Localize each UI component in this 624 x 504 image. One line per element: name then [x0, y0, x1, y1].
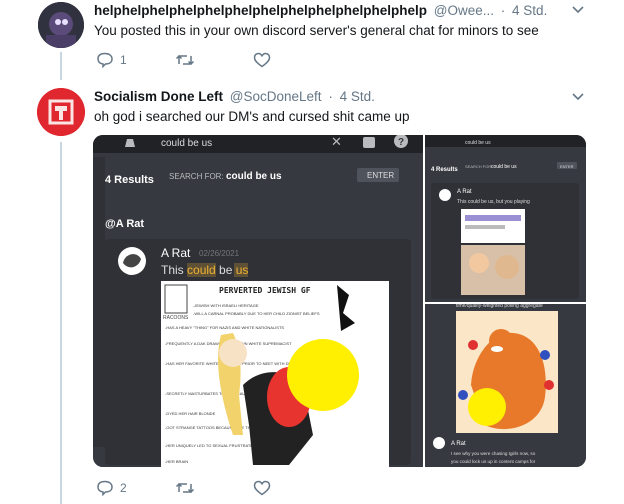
avatar[interactable]	[37, 88, 85, 136]
tweet2-author-name[interactable]: Socialism Done Left	[94, 89, 223, 104]
reply-icon	[97, 480, 113, 496]
tweet1-timestamp[interactable]: 4 Std.	[512, 3, 547, 18]
reply-icon	[97, 52, 113, 68]
svg-text:could be us: could be us	[491, 164, 517, 170]
svg-text:could be us: could be us	[465, 140, 491, 146]
tweet2-timestamp[interactable]: 4 Std.	[340, 89, 375, 104]
like-button[interactable]	[253, 52, 277, 68]
svg-text:you could lock us up in conten: you could lock us up in content camps fo…	[451, 459, 536, 464]
retweet-button[interactable]	[175, 480, 201, 496]
svg-text:I see why you were chasing tgi: I see why you were chasing tgirls now, s…	[451, 451, 536, 456]
like-button[interactable]	[253, 480, 277, 496]
svg-text:ENTER: ENTER	[367, 171, 394, 180]
retweet-icon	[175, 482, 195, 494]
svg-text:-HER BRAIN: -HER BRAIN	[165, 459, 188, 464]
reply-button[interactable]: 2	[96, 480, 127, 496]
svg-text:-HAS A HEAVY "THING" FOR NAZIS: -HAS A HEAVY "THING" FOR NAZIS AND WHITE…	[165, 325, 284, 330]
meme-logo-text: RACOONS	[163, 315, 189, 321]
message-date: 02/26/2021	[199, 249, 240, 258]
discord-screenshot-collage: could be us ✕ ? 4 Results SEARCH FOR: co…	[93, 135, 586, 467]
tweet-media-image[interactable]: could be us ✕ ? 4 Results SEARCH FOR: co…	[93, 135, 586, 467]
search-for-label: SEARCH FOR:	[169, 172, 224, 181]
search-term: could be us	[226, 171, 282, 182]
meme-title: PERVERTED JEWISH GF	[219, 286, 311, 295]
svg-text:-DYED HER HAIR BLONDE: -DYED HER HAIR BLONDE	[165, 411, 216, 416]
retweet-icon	[175, 54, 195, 66]
tweet1-header: helphelphelphelphelphelphelphelphelphelp…	[94, 3, 548, 18]
heart-icon	[253, 480, 271, 496]
tweet1-text: You posted this in your own discord serv…	[94, 23, 539, 38]
discord-search-query[interactable]: could be us	[161, 138, 212, 149]
results-count-small: 4 Results	[431, 167, 458, 173]
inbox-icon[interactable]	[363, 137, 375, 148]
avatar[interactable]	[38, 2, 84, 48]
svg-text:-JEWISH WITH ISRAELI HERITAGE: -JEWISH WITH ISRAELI HERITAGE	[193, 303, 259, 308]
svg-text:ENTER: ENTER	[560, 164, 574, 169]
svg-text:A Rat: A Rat	[457, 189, 472, 195]
tweet2-header: Socialism Done Left @SocDoneLeft · 4 Std…	[94, 89, 375, 104]
profile-picture-icon	[38, 2, 84, 48]
heart-icon	[253, 52, 271, 68]
tweet1-author-handle[interactable]: @Owee...	[434, 3, 494, 18]
svg-text:SEARCH FOR:: SEARCH FOR:	[465, 164, 492, 169]
tweet2-text: oh god i searched our DM's and cursed sh…	[94, 109, 410, 124]
chevron-down-icon[interactable]	[572, 93, 584, 101]
reply-count: 1	[120, 53, 127, 67]
reply-button[interactable]: 1	[96, 52, 127, 68]
message-author[interactable]: A Rat	[161, 246, 191, 260]
socialism-logo-icon	[37, 88, 85, 136]
results-count: 4 Results	[105, 174, 154, 186]
thread-line-top	[60, 52, 62, 80]
thread-line-bottom	[60, 142, 62, 504]
svg-text:?: ?	[398, 137, 404, 148]
svg-text:A Rat: A Rat	[451, 441, 466, 447]
tweet2-author-handle[interactable]: @SocDoneLeft	[230, 89, 322, 104]
close-icon[interactable]: ✕	[331, 135, 342, 150]
retweet-button[interactable]	[175, 52, 201, 68]
channel-name: @A Rat	[105, 218, 144, 230]
svg-text:-HER UNIQUELY LED TO SEXUAL FR: -HER UNIQUELY LED TO SEXUAL FRUSTRATION	[165, 443, 258, 448]
tweet1-author-name[interactable]: helphelphelphelphelphelphelphelphelphelp…	[94, 3, 427, 18]
chevron-down-icon[interactable]	[572, 6, 584, 14]
svg-text:-WILL A CARNAL PROBABLY DUE TO: -WILL A CARNAL PROBABLY DUE TO HER CHILD…	[193, 311, 320, 316]
reply-count: 2	[120, 481, 127, 495]
svg-text:This could be us, but you play: This could be us, but you playing	[457, 199, 530, 205]
